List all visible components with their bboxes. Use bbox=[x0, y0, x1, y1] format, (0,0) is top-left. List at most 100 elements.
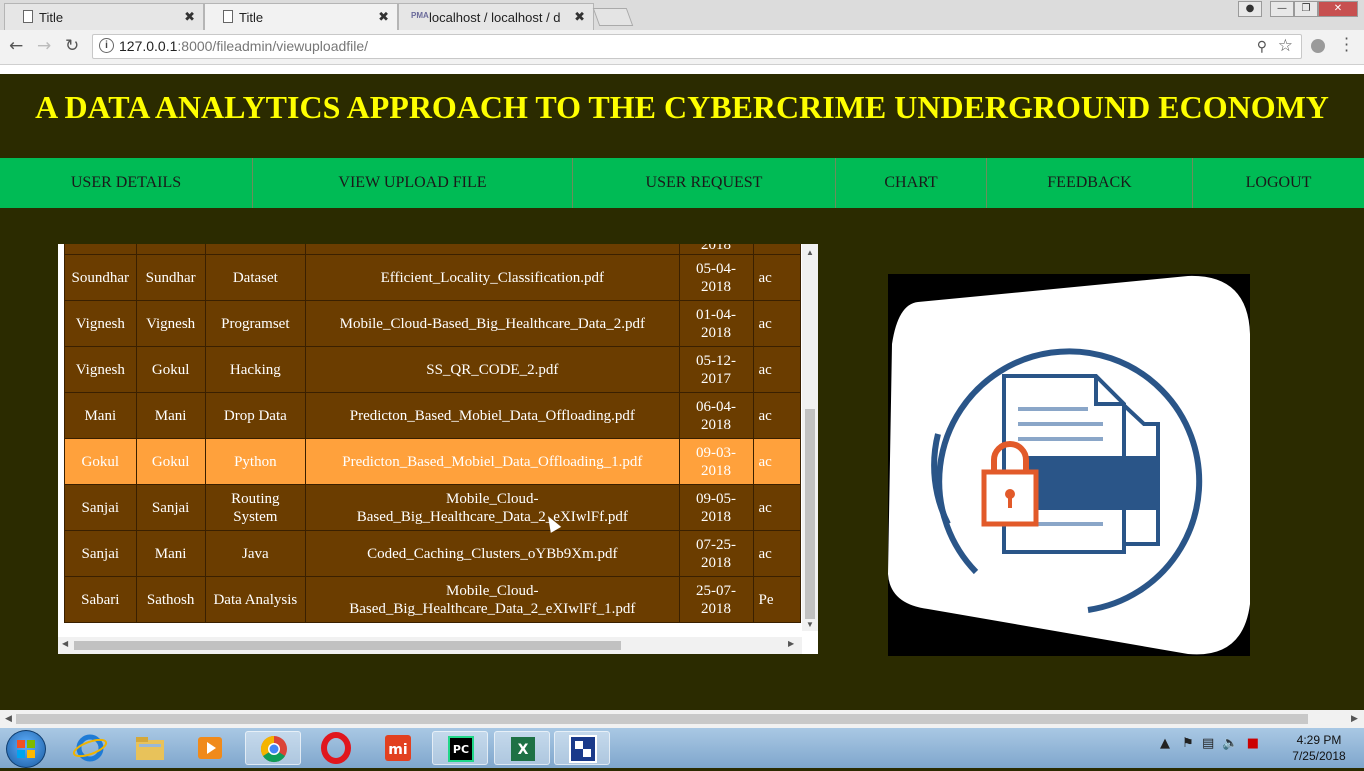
table-cell-status: ac bbox=[752, 438, 801, 485]
extension-icon[interactable] bbox=[1311, 39, 1325, 53]
page-icon bbox=[23, 10, 33, 23]
table-cell-date: 25-07- 2018 bbox=[678, 576, 754, 623]
nav-chart[interactable]: CHART bbox=[836, 158, 987, 208]
table-row[interactable]: Sanjai Sanjai Routing System Mobile_Cloud- Ba… bbox=[64, 484, 801, 531]
user-icon[interactable]: ● bbox=[1238, 1, 1262, 17]
table-cell-category: Hacking bbox=[204, 346, 307, 393]
main-nav: USER DETAILS VIEW UPLOAD FILE USER REQUE… bbox=[0, 158, 1364, 208]
excel-icon[interactable]: X bbox=[494, 731, 550, 765]
opera-icon[interactable] bbox=[308, 731, 364, 765]
close-tab-icon[interactable]: ✖ bbox=[574, 9, 585, 25]
ie-icon[interactable] bbox=[62, 731, 118, 765]
url-host: 127.0.0.1 bbox=[119, 38, 178, 54]
notification-icon[interactable]: ■ bbox=[1247, 736, 1259, 751]
table-cell-category: Java bbox=[204, 530, 307, 577]
scroll-left-icon[interactable]: ◀ bbox=[62, 639, 68, 648]
page-scroll-thumb[interactable] bbox=[16, 714, 1308, 724]
scroll-right-icon[interactable]: ▶ bbox=[788, 639, 794, 648]
table-row[interactable]: Sabari Sathosh Data Analysis Mobile_Cloud- B… bbox=[64, 576, 801, 623]
chrome-icon[interactable] bbox=[245, 731, 301, 765]
page-title: A DATA ANALYTICS APPROACH TO THE CYBERCR… bbox=[35, 89, 1329, 125]
show-hidden-icons-icon[interactable]: ▲ bbox=[1160, 736, 1170, 751]
flag-icon[interactable]: ⚑ bbox=[1182, 736, 1194, 751]
menu-icon[interactable]: · · · bbox=[1344, 31, 1349, 59]
nav-user-request[interactable]: USER REQUEST bbox=[573, 158, 836, 208]
app-icon[interactable] bbox=[554, 731, 610, 765]
table-row[interactable]: Vignesh Vignesh Programset Mobile_Cloud-Bas… bbox=[64, 300, 801, 347]
table-cell-filename: Mobile_Cloud-Based_Big_Healthcare_Data_2… bbox=[305, 484, 680, 531]
scroll-left-icon[interactable]: ◀ bbox=[5, 713, 12, 724]
nav-user-details[interactable]: USER DETAILS bbox=[0, 158, 253, 208]
forward-icon[interactable]: → bbox=[37, 36, 51, 56]
table-cell-category: Dataset bbox=[204, 254, 307, 301]
table-cell-user: Soundhar bbox=[64, 254, 137, 301]
table-cell-date: 09-03- 2018 bbox=[678, 438, 754, 485]
table-cell-status: ac bbox=[752, 346, 801, 393]
scroll-right-icon[interactable]: ▶ bbox=[1351, 713, 1358, 724]
key-icon[interactable]: ⚲ bbox=[1257, 38, 1267, 55]
vertical-scrollbar[interactable]: ▲ ▼ bbox=[802, 244, 818, 631]
close-window-button[interactable]: ✕ bbox=[1318, 1, 1358, 17]
browser-toolbar: ← → ↻ i 127.0.0.1:8000/fileadmin/viewupl… bbox=[0, 30, 1364, 65]
scroll-up-icon[interactable]: ▲ bbox=[806, 248, 814, 257]
table-row[interactable]: Mani Mani Drop Data Predicton_Based_Mobiel_… bbox=[64, 392, 801, 439]
table-cell-status: Pe bbox=[752, 576, 801, 623]
minimize-button[interactable]: — bbox=[1270, 1, 1294, 17]
clock-date: 7/25/2018 bbox=[1292, 749, 1346, 763]
table-cell-owner: Sanjai bbox=[135, 484, 206, 531]
svg-text:X: X bbox=[518, 742, 529, 758]
taskbar-clock[interactable]: 4:29 PM 7/25/2018 bbox=[1280, 732, 1358, 764]
table-row[interactable]: Soundhar Sundhar Dataset Efficient_Locality… bbox=[64, 254, 801, 301]
table-cell-filename: Predicton_Based_Mobiel_Data_Offloading.p… bbox=[305, 392, 680, 439]
table-cell-category: Routing System bbox=[204, 484, 307, 531]
table-cell-date: 01-04- 2018 bbox=[678, 300, 754, 347]
vertical-scroll-thumb[interactable] bbox=[805, 409, 815, 619]
close-tab-icon[interactable]: ✖ bbox=[378, 9, 389, 25]
start-button[interactable] bbox=[6, 730, 46, 768]
table-cell-status: ac bbox=[752, 530, 801, 577]
table-cell-date: 06-04- 2018 bbox=[678, 392, 754, 439]
table-cell-owner: Vignesh bbox=[135, 300, 206, 347]
url-path: :8000/fileadmin/viewuploadfile/ bbox=[177, 38, 369, 54]
table-viewport[interactable]: 2018 Soundhar Sundhar Dataset Efficient_Loc… bbox=[64, 244, 801, 631]
nav-logout[interactable]: LOGOUT bbox=[1193, 158, 1364, 208]
volume-icon[interactable]: 🔈 bbox=[1222, 736, 1238, 751]
tab-title-1[interactable]: Title ✖ bbox=[4, 3, 204, 30]
url-text: 127.0.0.1:8000/fileadmin/viewuploadfile/ bbox=[119, 38, 368, 54]
horizontal-scroll-thumb[interactable] bbox=[74, 641, 621, 650]
restore-button[interactable]: ❐ bbox=[1294, 1, 1318, 17]
tab-title-2[interactable]: Title ✖ bbox=[204, 3, 398, 30]
upload-table: 2018 Soundhar Sundhar Dataset Efficient_Loc… bbox=[64, 244, 801, 623]
media-player-icon[interactable] bbox=[182, 731, 238, 765]
table-cell-category: Programset bbox=[204, 300, 307, 347]
network-icon[interactable]: ▤ bbox=[1202, 736, 1214, 751]
info-icon[interactable]: i bbox=[99, 38, 114, 53]
bookmark-star-icon[interactable]: ☆ bbox=[1278, 36, 1293, 56]
pycharm-icon[interactable]: PC bbox=[432, 731, 488, 765]
tab-phpmyadmin[interactable]: PMA localhost / localhost / da ✖ bbox=[398, 3, 594, 30]
scroll-down-icon[interactable]: ▼ bbox=[806, 620, 814, 629]
table-cell-user: Sanjai bbox=[64, 484, 137, 531]
address-bar[interactable]: i 127.0.0.1:8000/fileadmin/viewuploadfil… bbox=[92, 34, 1302, 59]
close-tab-icon[interactable]: ✖ bbox=[184, 9, 195, 25]
reload-icon[interactable]: ↻ bbox=[65, 36, 79, 56]
nav-feedback[interactable]: FEEDBACK bbox=[987, 158, 1193, 208]
table-row[interactable]: Vignesh Gokul Hacking SS_QR_CODE_2.pdf 05-12… bbox=[64, 346, 801, 393]
page-top-strip bbox=[0, 65, 1364, 74]
table-cell-status: ac bbox=[752, 254, 801, 301]
table-row[interactable]: Sanjai Mani Java Coded_Caching_Clusters_oYB… bbox=[64, 530, 801, 577]
horizontal-scrollbar[interactable]: ◀ ▶ bbox=[58, 637, 802, 654]
table-cell-date: 07-25- 2018 bbox=[678, 530, 754, 577]
table-cell-category: Python bbox=[204, 438, 307, 485]
new-tab-button[interactable] bbox=[592, 8, 634, 26]
table-row[interactable]: Gokul Gokul Python Predicton_Based_Mobiel_D… bbox=[64, 438, 801, 485]
clock-time: 4:29 PM bbox=[1296, 733, 1342, 747]
tab-label: Title bbox=[39, 10, 64, 25]
table-cell-owner: Gokul bbox=[135, 346, 206, 393]
mi-icon[interactable]: mi bbox=[370, 731, 426, 765]
table-cell-filename: Mobile_Cloud-Based_Big_Healthcare_Data_2… bbox=[305, 576, 680, 623]
nav-view-upload-file[interactable]: VIEW UPLOAD FILE bbox=[253, 158, 573, 208]
page-horizontal-scrollbar[interactable]: ◀ ▶ bbox=[0, 710, 1364, 728]
back-icon[interactable]: ← bbox=[9, 36, 23, 56]
explorer-icon[interactable] bbox=[122, 731, 178, 765]
